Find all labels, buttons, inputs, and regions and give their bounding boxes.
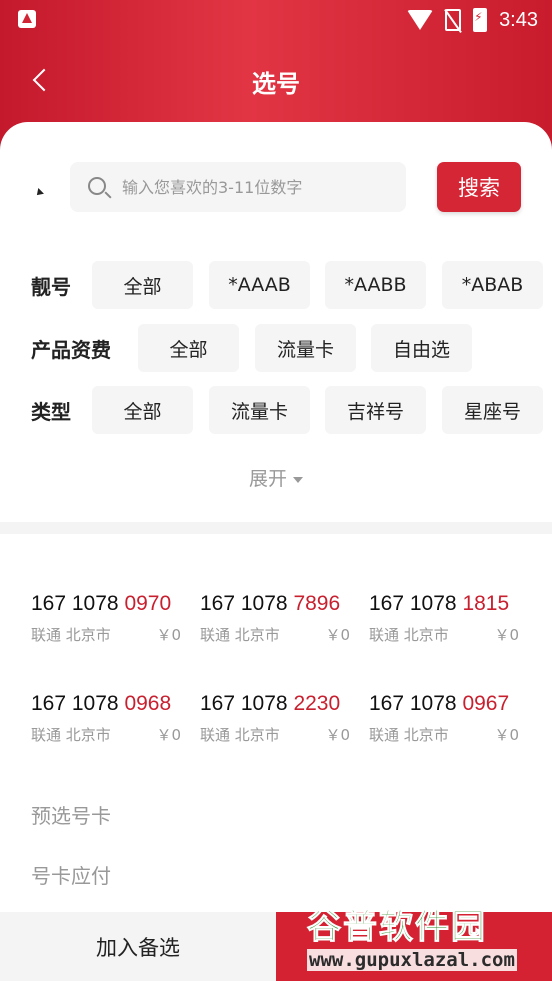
- preselected-label: 预选号卡: [31, 804, 111, 828]
- chip-aabb[interactable]: *AABB: [325, 261, 426, 309]
- phone-number: 167 1078 0970: [31, 592, 172, 615]
- filter-row-type: 类型 全部 流量卡 吉祥号 星座号: [0, 386, 552, 436]
- phone-number: 167 1078 2230: [200, 692, 341, 715]
- price: ￥0: [156, 626, 181, 644]
- no-sim-icon: [445, 9, 462, 31]
- carrier-location: 联通 北京市: [200, 726, 280, 744]
- chip-all[interactable]: 全部: [138, 324, 239, 372]
- chip-all[interactable]: 全部: [92, 386, 193, 434]
- filter-label: 靓号: [31, 275, 71, 299]
- confirm-button[interactable]: [276, 912, 552, 981]
- caret-down-icon: [293, 476, 303, 483]
- phone-number: 167 1078 0968: [31, 692, 172, 715]
- price: ￥0: [494, 626, 519, 644]
- search-input[interactable]: [122, 162, 398, 212]
- chip-lucky-number[interactable]: 吉祥号: [325, 386, 426, 434]
- search-button[interactable]: 搜索: [437, 162, 521, 212]
- chip-all[interactable]: 全部: [92, 261, 193, 309]
- search-icon: [88, 177, 106, 195]
- filter-row-product-fee: 产品资费 全部 流量卡 自由选: [0, 324, 552, 374]
- page-title: 选号: [252, 70, 300, 98]
- chip-data-card[interactable]: 流量卡: [255, 324, 356, 372]
- chip-aaab[interactable]: *AAAB: [209, 261, 310, 309]
- chip-zodiac-number[interactable]: 星座号: [442, 386, 543, 434]
- wifi-icon: [407, 10, 434, 30]
- chip-data-card[interactable]: 流量卡: [209, 386, 310, 434]
- filter-label: 类型: [31, 400, 71, 424]
- price: ￥0: [494, 726, 519, 744]
- expand-toggle[interactable]: 展开: [0, 464, 552, 491]
- battery-charging-icon: [473, 8, 488, 32]
- price: ￥0: [325, 626, 350, 644]
- status-bar: 3:43: [0, 0, 552, 40]
- number-card[interactable]: 167 1078 0970 联通 北京市 ￥0: [31, 592, 191, 652]
- price: ￥0: [156, 726, 181, 744]
- carrier-location: 联通 北京市: [31, 726, 111, 744]
- number-card[interactable]: 167 1078 1815 联通 北京市 ￥0: [369, 592, 529, 652]
- payable-label: 号卡应付: [31, 864, 111, 888]
- carrier-location: 联通 北京市: [200, 626, 280, 644]
- chip-abab[interactable]: *ABAB: [442, 261, 543, 309]
- search-box[interactable]: [70, 162, 406, 212]
- phone-number: 167 1078 7896: [200, 592, 341, 615]
- number-card[interactable]: 167 1078 2230 联通 北京市 ￥0: [200, 692, 360, 752]
- chip-free-choice[interactable]: 自由选: [371, 324, 472, 372]
- add-to-shortlist-button[interactable]: 加入备选: [0, 912, 276, 981]
- status-icons: 3:43: [407, 6, 538, 34]
- section-divider: [0, 522, 552, 534]
- price: ￥0: [325, 726, 350, 744]
- filter-label: 产品资费: [31, 338, 111, 362]
- carrier-location: 联通 北京市: [369, 726, 449, 744]
- carrier-location: 联通 北京市: [369, 626, 449, 644]
- number-card[interactable]: 167 1078 0967 联通 北京市 ￥0: [369, 692, 529, 752]
- carrier-location: 联通 北京市: [31, 626, 111, 644]
- number-card[interactable]: 167 1078 7896 联通 北京市 ￥0: [200, 592, 360, 652]
- app-icon: [18, 10, 36, 28]
- status-time: 3:43: [499, 8, 538, 31]
- filter-row-liang-hao: 靓号 全部 *AAAB *AABB *ABAB: [0, 261, 552, 311]
- phone-number: 167 1078 0967: [369, 692, 510, 715]
- expand-label: 展开: [248, 468, 287, 490]
- phone-number: 167 1078 1815: [369, 592, 510, 615]
- number-card[interactable]: 167 1078 0968 联通 北京市 ￥0: [31, 692, 191, 752]
